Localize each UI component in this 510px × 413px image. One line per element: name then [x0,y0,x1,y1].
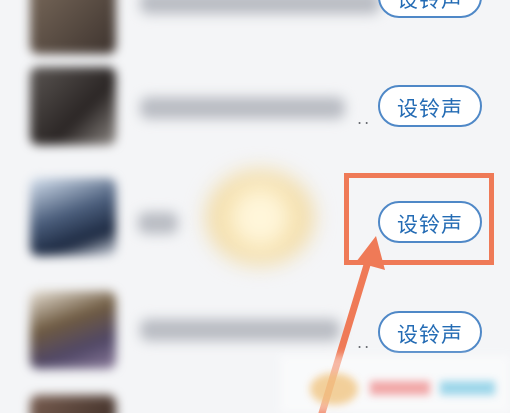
blurred-name [138,212,178,234]
list-item: .. 设铃声 [0,55,510,155]
avatar [30,178,116,256]
blurred-name [140,319,340,341]
blurred-name [140,0,380,14]
set-ringtone-button[interactable]: 设铃声 [378,0,482,18]
ringtone-list-screen: 设铃声 .. 设铃声 设铃声 .. 设铃声 [0,0,510,413]
highlight-box [344,173,494,265]
blurred-watermark-circle [205,170,315,265]
avatar [30,395,116,413]
blurred-watermark [270,355,510,413]
set-ringtone-button[interactable]: 设铃声 [378,85,482,127]
blurred-name [140,97,345,119]
list-item-partial: 设铃声 [0,0,510,54]
ellipsis: .. [357,109,372,128]
avatar [30,291,116,369]
ellipsis: .. [357,333,372,352]
avatar [30,67,116,145]
avatar [30,0,116,54]
set-ringtone-button[interactable]: 设铃声 [378,311,482,353]
